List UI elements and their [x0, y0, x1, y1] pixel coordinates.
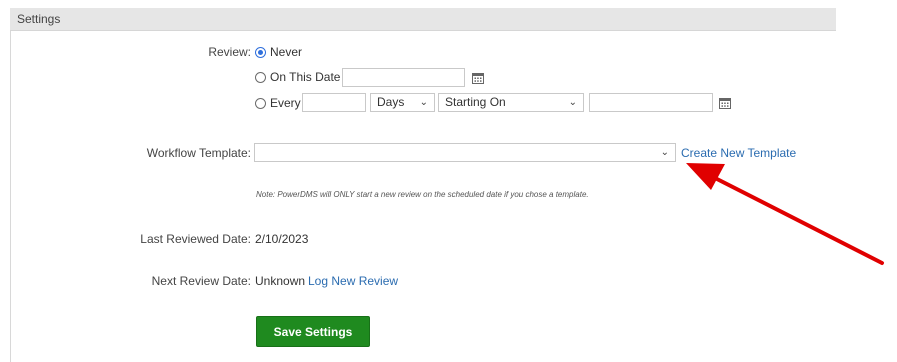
header-title: Settings — [17, 12, 61, 26]
create-new-template-link[interactable]: Create New Template — [681, 146, 796, 160]
every-start-value: Starting On — [445, 95, 506, 109]
review-date-input[interactable] — [342, 68, 465, 87]
left-border — [10, 8, 11, 362]
every-start-date-input[interactable] — [589, 93, 713, 112]
every-unit-select[interactable]: Days ⌄ — [370, 93, 435, 112]
settings-header: Settings — [10, 8, 836, 31]
every-count-input[interactable] — [302, 93, 366, 112]
workflow-template-label: Workflow Template: — [146, 146, 251, 160]
annotation-arrow — [686, 163, 884, 265]
chevron-down-icon: ⌄ — [419, 97, 428, 108]
review-option-on-this-date[interactable]: On This Date — [255, 70, 340, 84]
log-new-review-link[interactable]: Log New Review — [308, 274, 398, 288]
review-label: Review: — [208, 45, 251, 59]
next-review-value: Unknown — [255, 274, 306, 288]
radio-every[interactable] — [255, 97, 266, 109]
review-option-every[interactable]: Every — [255, 96, 301, 110]
last-reviewed-value: 2/10/2023 — [255, 232, 309, 246]
next-review-label: Next Review Date: — [151, 274, 251, 288]
review-option-never-label: Never — [270, 45, 303, 59]
chevron-down-icon: ⌄ — [660, 147, 669, 158]
radio-never[interactable] — [255, 46, 266, 58]
save-settings-button[interactable]: Save Settings — [256, 316, 370, 347]
calendar-icon[interactable] — [719, 97, 731, 109]
chevron-down-icon: ⌄ — [568, 97, 577, 108]
calendar-icon[interactable] — [472, 72, 484, 84]
workflow-note: Note: PowerDMS will ONLY start a new rev… — [256, 190, 589, 199]
every-unit-value: Days — [377, 95, 405, 109]
last-reviewed-label: Last Reviewed Date: — [140, 232, 251, 246]
settings-page: Settings Review: Never On This Date Ever… — [0, 0, 897, 362]
workflow-template-select[interactable]: ⌄ — [254, 143, 676, 162]
radio-on-this-date[interactable] — [255, 71, 266, 83]
review-option-on-this-date-label: On This Date — [270, 70, 341, 84]
review-option-every-label: Every — [270, 96, 301, 110]
every-start-select[interactable]: Starting On ⌄ — [438, 93, 584, 112]
review-option-never[interactable]: Never — [255, 45, 302, 59]
